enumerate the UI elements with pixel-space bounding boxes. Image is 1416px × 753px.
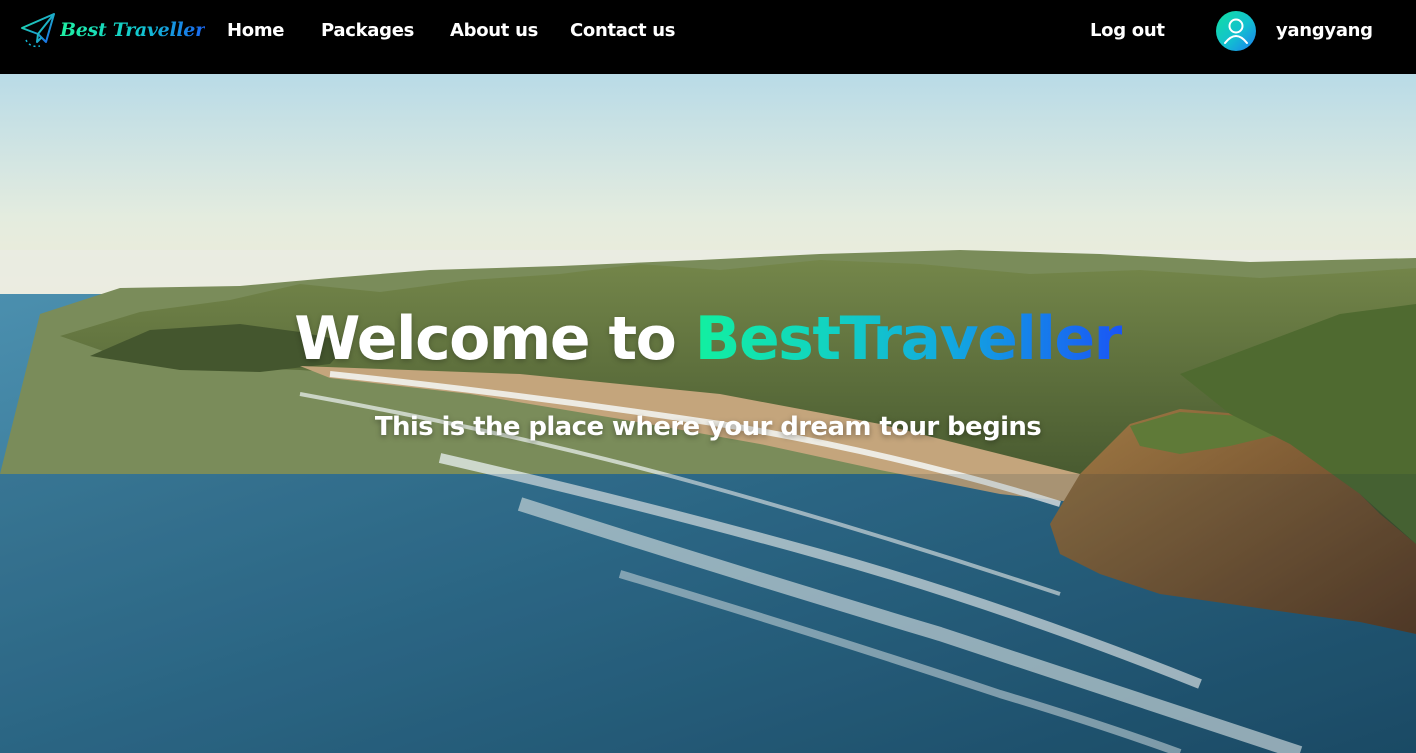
brand-logo[interactable]: Best Traveller — [20, 10, 205, 54]
paper-plane-icon — [21, 13, 55, 48]
nav-link-packages[interactable]: Packages — [321, 20, 414, 41]
logout-link[interactable]: Log out — [1090, 20, 1165, 41]
hero-subtitle: This is the place where your dream tour … — [374, 412, 1042, 442]
nav-link-about-us[interactable]: About us — [450, 20, 538, 41]
user-icon — [1224, 18, 1248, 44]
user-avatar[interactable] — [1216, 11, 1256, 51]
nav-link-home[interactable]: Home — [227, 20, 285, 41]
hero-section: Welcome to BestTraveller This is the pla… — [0, 74, 1416, 753]
username-label[interactable]: yangyang — [1276, 20, 1373, 41]
hero-title-brand: BestTraveller — [694, 304, 1123, 374]
nav-link-contact-us[interactable]: Contact us — [570, 20, 676, 41]
top-navbar: Best Traveller Home Packages About us Co… — [0, 0, 1416, 74]
hero-title-prefix: Welcome to — [294, 304, 695, 374]
hero-title: Welcome to BestTraveller — [0, 304, 1416, 374]
brand-logo-text: Best Traveller — [60, 19, 205, 41]
